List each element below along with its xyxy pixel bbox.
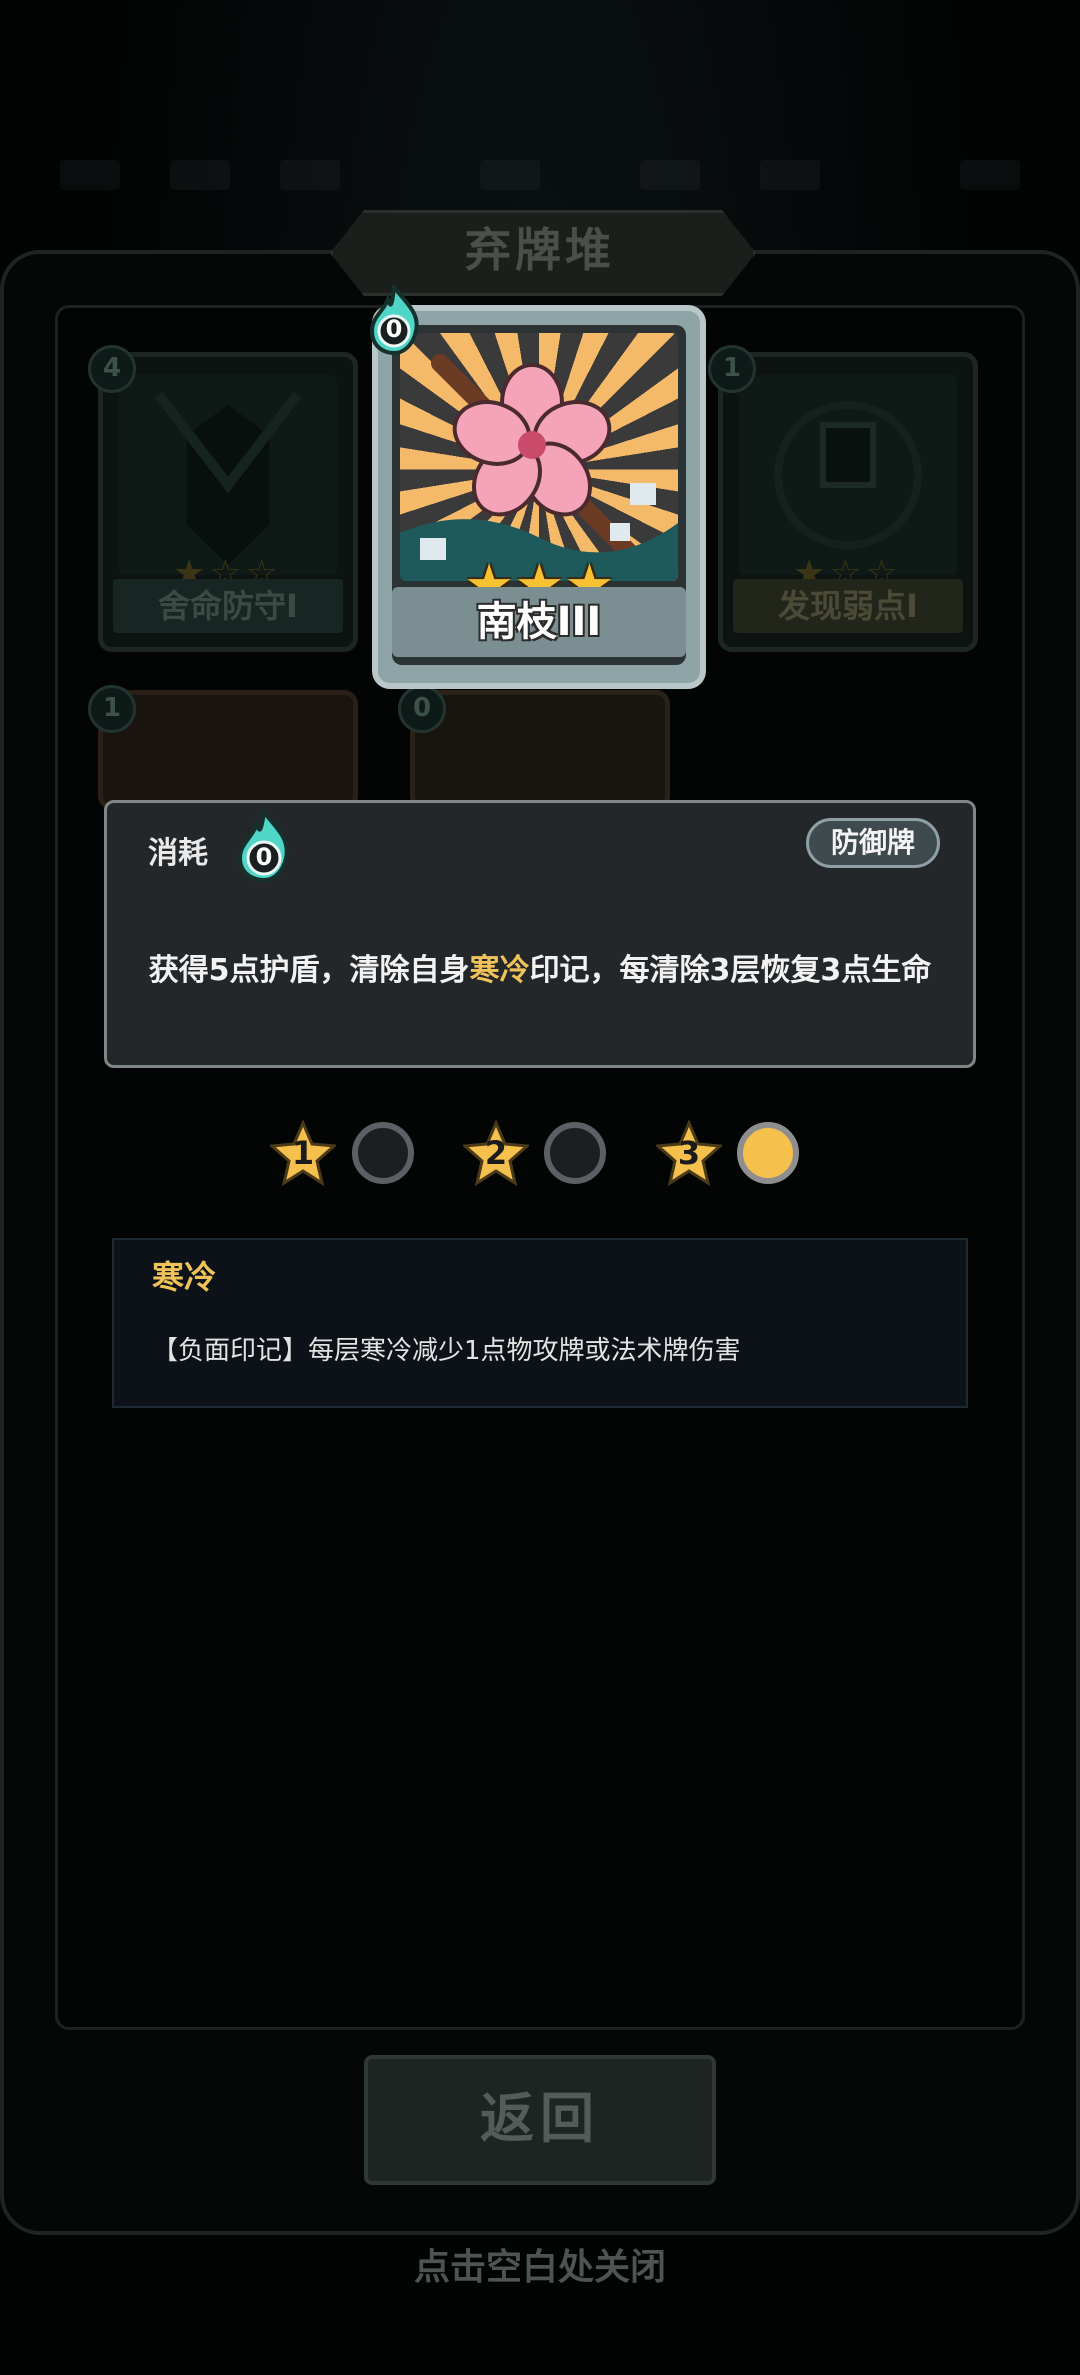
card-tile[interactable] (410, 690, 670, 810)
level-label: 2 (484, 1134, 508, 1172)
panel-title: 弃牌堆 (465, 223, 615, 277)
dimmed-hud (0, 140, 1080, 210)
keyword-description: 【负面印记】每层寒冷减少1点物攻牌或法术牌伤害 (152, 1336, 741, 1366)
card-cost: 1 (708, 345, 756, 393)
desc-text: 印记，每清除3层恢复3点生命 (529, 953, 932, 988)
level-2-star[interactable]: 2 (461, 1119, 531, 1190)
card-name: 南枝III (392, 587, 686, 657)
card-tile[interactable] (98, 690, 358, 810)
cherry-blossom-icon (400, 354, 678, 581)
card-cost: 4 (88, 345, 136, 393)
keyword-box (112, 1238, 968, 1408)
level-3-star[interactable]: 3 (654, 1119, 724, 1190)
card-cost: 0 (366, 281, 422, 356)
popup-cost: 0 (234, 806, 294, 883)
card-art (119, 375, 337, 575)
level-2-indicator (544, 1122, 606, 1184)
selected-card[interactable]: ★★★ 南枝III (372, 305, 706, 689)
shield-warrior-icon (155, 391, 301, 565)
target-robot-icon (774, 401, 922, 549)
desc-keyword[interactable]: 寒冷 (470, 953, 530, 988)
card-name: 发现弱点I (733, 579, 963, 633)
keyword-title: 寒冷 (152, 1258, 217, 1296)
card-body: ★★★ 南枝III (392, 325, 686, 665)
card-cost: 1 (88, 685, 136, 733)
card-tile[interactable]: ★☆☆ 舍命防守I (98, 352, 358, 652)
card-name: 舍命防守I (113, 579, 343, 633)
level-label: 3 (677, 1134, 701, 1172)
consume-label: 消耗 (148, 836, 208, 871)
level-label: 1 (291, 1134, 315, 1172)
card-art (739, 375, 957, 575)
card-cost-value: 0 (385, 315, 403, 343)
card-art (400, 333, 678, 581)
level-3-indicator (737, 1122, 799, 1184)
card-tile[interactable]: ★☆☆ 发现弱点I (718, 352, 978, 652)
level-1-star[interactable]: 1 (268, 1119, 338, 1190)
card-cost: 0 (398, 685, 446, 733)
card-description: 获得5点护盾，清除自身寒冷印记，每清除3层恢复3点生命 (104, 945, 976, 989)
popup-cost-value: 0 (255, 843, 273, 871)
back-button[interactable]: 返回 (364, 2055, 716, 2185)
level-1-indicator (352, 1122, 414, 1184)
card-type-badge: 防御牌 (806, 818, 940, 868)
close-hint: 点击空白处关闭 (413, 2247, 666, 2288)
desc-text: 获得5点护盾，清除自身 (148, 953, 470, 988)
